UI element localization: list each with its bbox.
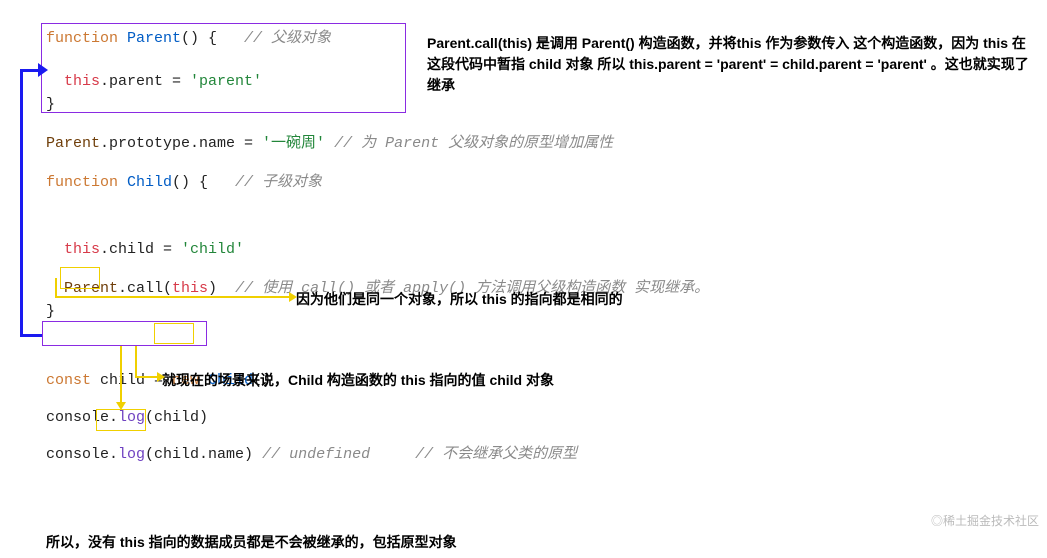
arrow-yellow-head xyxy=(157,372,165,382)
arrow-blue-head xyxy=(38,63,48,77)
comment: // 父级对象 xyxy=(244,30,331,47)
comment: // undefined xyxy=(262,446,370,463)
comment: // 为 Parent 父级对象的原型增加属性 xyxy=(325,135,613,152)
arrow-yellow xyxy=(135,346,137,376)
annotation-3: 就现在的场景来说，Child 构造函数的 this 指向的值 child 对象 xyxy=(162,370,554,391)
keyword-const: const xyxy=(46,372,91,389)
keyword-function: function xyxy=(46,30,118,47)
code-line-10: console.log(child) xyxy=(46,407,1047,428)
code-line-6: this.child = 'child' xyxy=(46,239,1047,260)
arrow-blue xyxy=(20,69,23,337)
this-keyword: this xyxy=(46,241,100,258)
code-line-4: Parent.prototype.name = '一碗周' // 为 Paren… xyxy=(46,133,1047,154)
arrow-yellow-head xyxy=(289,292,297,302)
annotation-2: 因为他们是同一个对象，所以 this 的指向都是相同的 xyxy=(296,289,623,310)
arrow-yellow xyxy=(55,296,291,298)
class-parent: Parent xyxy=(118,30,181,47)
watermark: ◎稀土掘金技术社区 xyxy=(931,513,1039,530)
string: 'parent' xyxy=(190,73,262,90)
arrow-blue xyxy=(20,334,42,337)
class-child: Child xyxy=(118,174,172,191)
string: '一碗周' xyxy=(262,135,325,152)
keyword-function: function xyxy=(46,174,118,191)
code-line-11: console.log(child.name) // undefined // … xyxy=(46,444,1047,465)
arrow-yellow xyxy=(120,346,122,404)
comment: // 子级对象 xyxy=(235,174,322,191)
comment: // 不会继承父类的原型 xyxy=(370,446,577,463)
annotation-4: 所以，没有 this 指向的数据成员都是不会被继承的，包括原型对象 xyxy=(46,532,457,553)
string: 'child' xyxy=(181,241,244,258)
code-line-5: function Child() { // 子级对象 xyxy=(46,172,1047,193)
arrow-yellow-head xyxy=(116,402,126,410)
this-keyword: this xyxy=(172,280,208,297)
annotation-1: Parent.call(this) 是调用 Parent() 构造函数，并将th… xyxy=(427,33,1032,96)
arrow-yellow xyxy=(135,376,159,378)
arrow-yellow xyxy=(55,278,57,296)
this-keyword: this xyxy=(46,73,100,90)
code-line-3: } xyxy=(46,94,1047,115)
